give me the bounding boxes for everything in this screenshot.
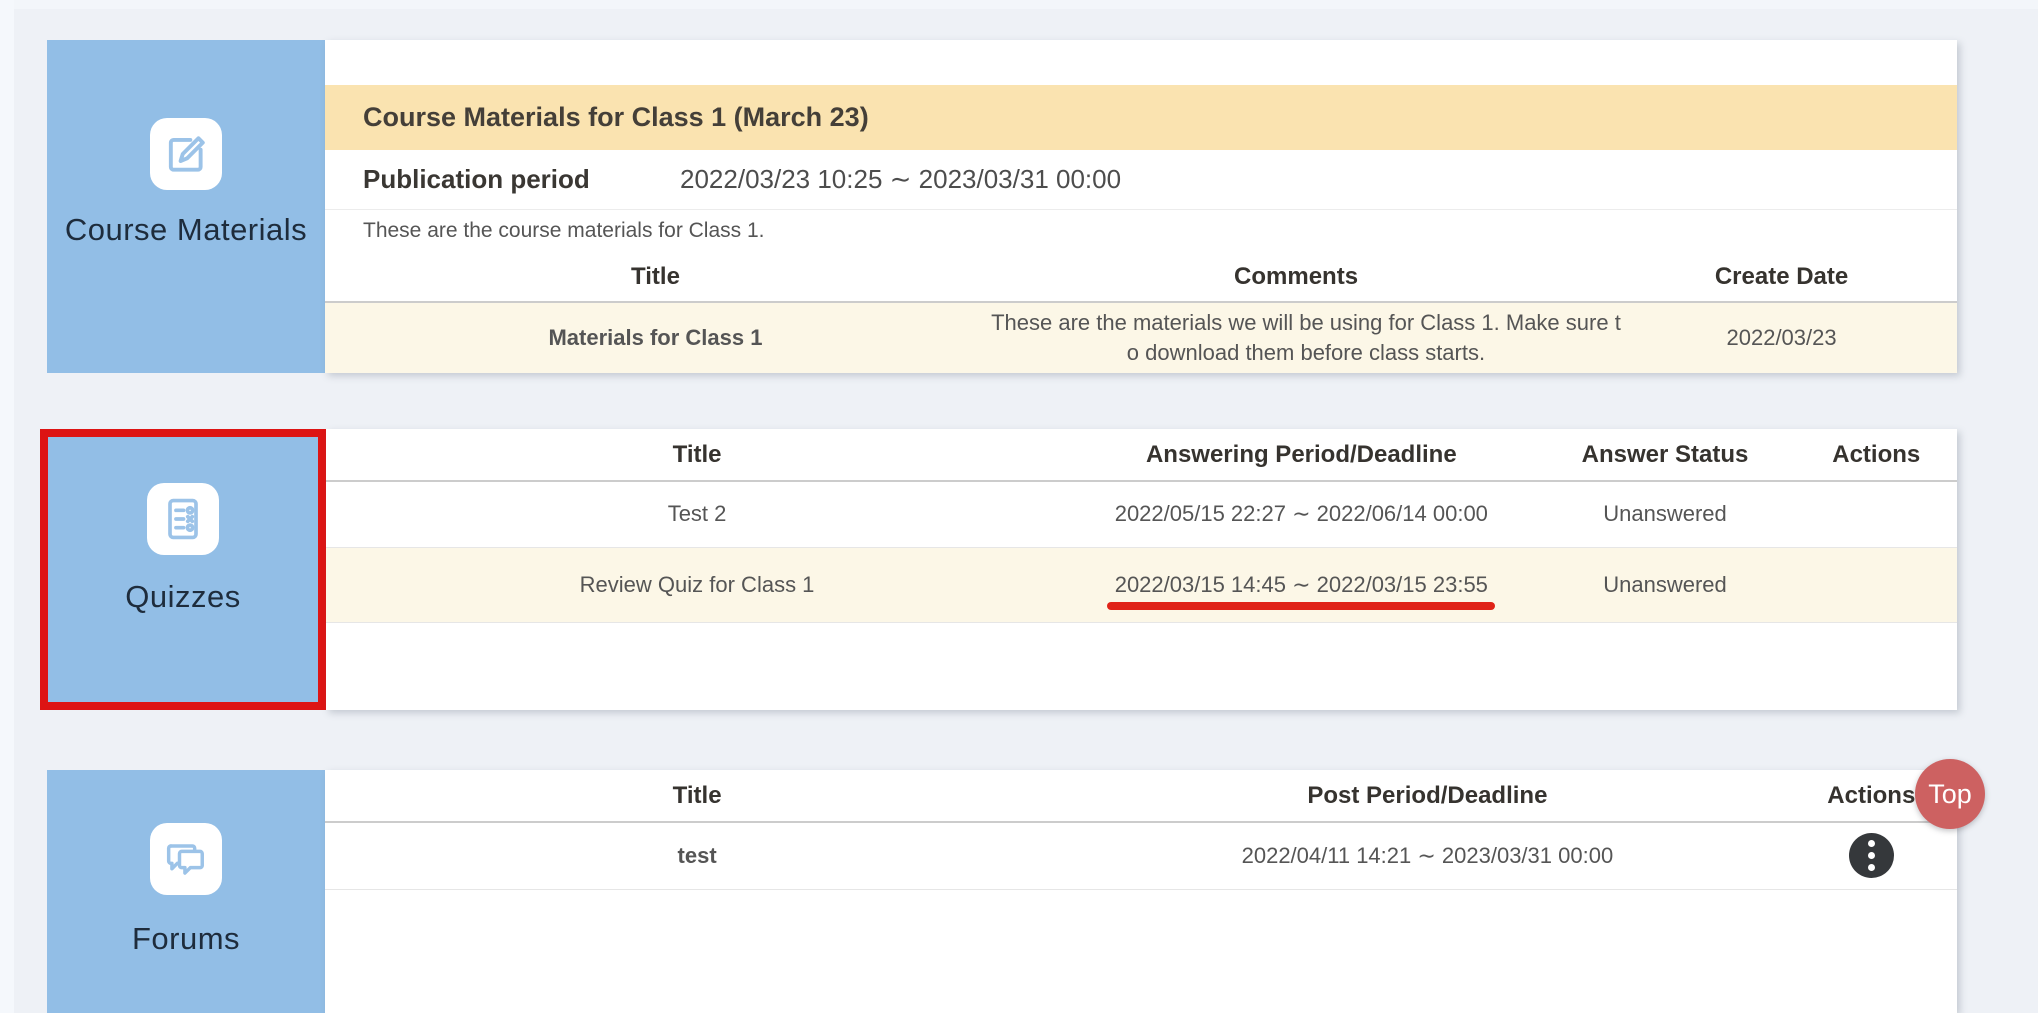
course-materials-title: Course Materials for Class 1 (March 23) (325, 85, 1957, 150)
column-header-actions: Actions (1796, 429, 1958, 481)
quiz-title[interactable]: Review Quiz for Class 1 (326, 547, 1068, 622)
material-comments: These are the materials we will be using… (986, 302, 1606, 373)
forum-period: 2022/04/11 14:21 ∼ 2023/03/31 00:00 (1069, 822, 1785, 889)
forums-table: Title Post Period/Deadline Actions test … (325, 770, 1957, 890)
course-materials-description: These are the course materials for Class… (325, 210, 1957, 252)
sidebar-item-label: Quizzes (125, 579, 240, 615)
quiz-status: Unanswered (1535, 547, 1796, 622)
sidebar-item-label: Course Materials (65, 212, 307, 248)
quizzes-highlight-border[interactable]: Quizzes (40, 429, 326, 710)
quiz-period: 2022/03/15 14:45 ∼ 2022/03/15 23:55 (1068, 547, 1534, 622)
quiz-actions-cell (1796, 547, 1958, 622)
quizzes-table: Title Answering Period/Deadline Answer S… (326, 429, 1957, 623)
forum-actions-cell (1786, 822, 1957, 889)
quizzes-icon (147, 483, 219, 555)
quizzes-panel: Title Answering Period/Deadline Answer S… (326, 429, 1957, 710)
quiz-title[interactable]: Test 2 (326, 481, 1068, 547)
course-materials-table: Title Comments Create Date Materials for… (325, 252, 1957, 373)
kebab-menu-icon[interactable] (1849, 833, 1894, 878)
publication-period-label: Publication period (363, 164, 635, 195)
table-row-forum[interactable]: test 2022/04/11 14:21 ∼ 2023/03/31 00:00 (325, 822, 1957, 889)
column-header-comments: Comments (986, 252, 1606, 302)
forums-panel: Title Post Period/Deadline Actions test … (325, 770, 1957, 1013)
column-header-title: Title (326, 429, 1068, 481)
scroll-to-top-button[interactable]: Top (1915, 759, 1985, 829)
page-top-margin (14, 0, 2038, 9)
sidebar-item-forums[interactable]: Forums (47, 770, 325, 1013)
column-header-post-period: Post Period/Deadline (1069, 770, 1785, 822)
sidebar-item-course-materials[interactable]: Course Materials (47, 40, 325, 373)
column-header-title: Title (325, 252, 986, 302)
publication-period-row: Publication period 2022/03/23 10:25 ∼ 20… (325, 150, 1957, 210)
forum-title[interactable]: test (325, 822, 1069, 889)
course-materials-panel: Course Materials for Class 1 (March 23) … (325, 40, 1957, 373)
quiz-period: 2022/05/15 22:27 ∼ 2022/06/14 00:00 (1068, 481, 1534, 547)
forums-icon (150, 823, 222, 895)
sidebar-item-label: Forums (132, 921, 240, 957)
material-create-date: 2022/03/23 (1606, 302, 1957, 373)
panel-spacer (325, 40, 1957, 85)
column-header-answer-status: Answer Status (1535, 429, 1796, 481)
table-row-quiz[interactable]: Review Quiz for Class 1 2022/03/15 14:45… (326, 547, 1957, 622)
quiz-actions-cell (1796, 481, 1958, 547)
page-left-margin (0, 0, 14, 1013)
column-header-title: Title (325, 770, 1069, 822)
column-header-answering-period: Answering Period/Deadline (1068, 429, 1534, 481)
material-title[interactable]: Materials for Class 1 (325, 302, 986, 373)
column-header-create-date: Create Date (1606, 252, 1957, 302)
quiz-status: Unanswered (1535, 481, 1796, 547)
table-row-material[interactable]: Materials for Class 1 These are the mate… (325, 302, 1957, 373)
course-materials-icon (150, 118, 222, 190)
publication-period-value: 2022/03/23 10:25 ∼ 2023/03/31 00:00 (680, 164, 1121, 195)
table-row-quiz[interactable]: Test 2 2022/05/15 22:27 ∼ 2022/06/14 00:… (326, 481, 1957, 547)
deadline-annotation-underline (1107, 602, 1495, 610)
